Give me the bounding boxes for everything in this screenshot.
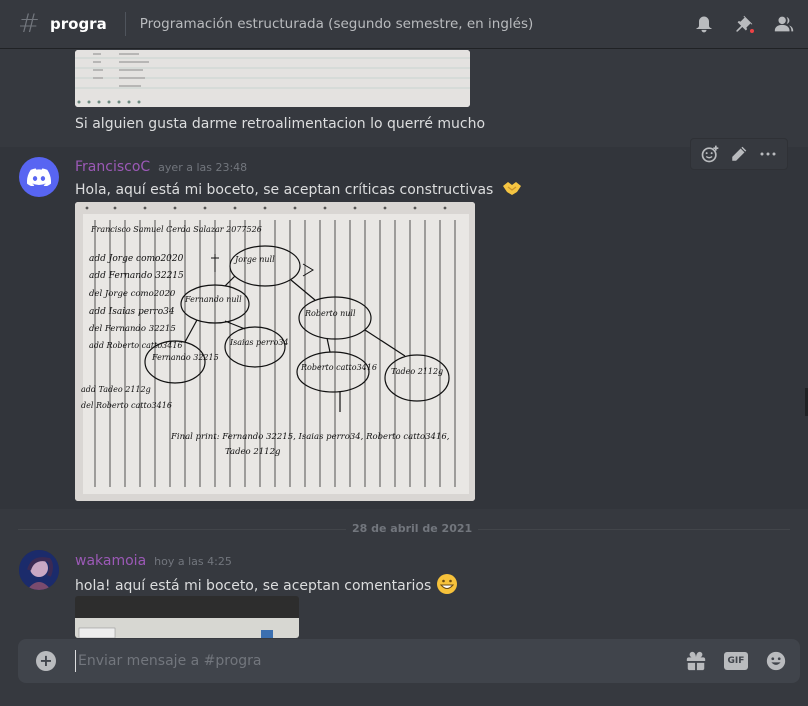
bell-icon[interactable]: [692, 12, 716, 36]
channel-hash-icon: #: [18, 9, 40, 39]
timestamp: hoy a las 4:25: [154, 555, 232, 568]
sketch-op: add Jorge como2020: [89, 254, 184, 264]
tree-node-label: Roberto null: [304, 309, 356, 318]
sketch-op: del Fernando 32215: [89, 324, 176, 334]
previous-image-attachment[interactable]: [75, 50, 470, 107]
sketch-op: add Fernando 32215: [89, 271, 184, 281]
sketch-op: del Jorge como2020: [89, 289, 176, 299]
sketch-op: del Roberto catto3416: [81, 401, 172, 410]
tree-node-label: Fernando 32215: [151, 353, 219, 362]
message-hover-toolbar: [690, 138, 788, 170]
members-icon[interactable]: [772, 12, 796, 36]
channel-name: progra: [50, 15, 107, 33]
pin-icon[interactable]: [732, 12, 756, 36]
tree-node-label: Isaias perro34: [229, 338, 289, 347]
timestamp: ayer a las 23:48: [158, 161, 248, 174]
sketch-final-text: Final print: Fernando 32215, Isaias perr…: [170, 432, 450, 442]
message-group[interactable]: FranciscoC ayer a las 23:48 Hola, aquí es…: [0, 147, 808, 509]
avatar[interactable]: [19, 550, 59, 590]
wakamoia-image-attachment[interactable]: [75, 596, 299, 638]
sketch-header-text: Francisco Samuel Cerda Salazar 2077526: [90, 225, 262, 234]
date-divider-label: 28 de abril de 2021: [346, 522, 479, 535]
emoji-picker-icon[interactable]: [764, 649, 788, 673]
tree-node-label: Tadeo 2112g: [391, 367, 443, 376]
sketch-op: add Tadeo 2112g: [81, 385, 151, 394]
tree-node-label: Jorge null: [233, 255, 275, 264]
username[interactable]: wakamoia hoy a las 4:25: [75, 553, 232, 569]
messages-area[interactable]: Si alguien gusta darme retroalimentacion…: [0, 50, 808, 638]
channel-topic[interactable]: Programación estructurada (segundo semes…: [140, 16, 534, 32]
more-options-icon[interactable]: [756, 142, 780, 166]
message-composer: + GIF: [18, 639, 800, 683]
username[interactable]: FranciscoC ayer a las 23:48: [75, 159, 247, 175]
sketch-image-attachment[interactable]: Francisco Samuel Cerda Salazar 2077526 a…: [75, 202, 475, 501]
sketch-op: add Roberto catto3416: [89, 341, 183, 350]
gift-icon[interactable]: [684, 649, 708, 673]
handshake-emoji-icon: [502, 180, 522, 200]
message-input[interactable]: [75, 650, 655, 672]
avatar[interactable]: [19, 157, 59, 197]
add-reaction-icon[interactable]: [698, 142, 722, 166]
pin-notification-dot: [748, 27, 756, 35]
edit-pencil-icon[interactable]: [727, 142, 751, 166]
header-divider: [124, 12, 126, 36]
gif-button[interactable]: GIF: [724, 652, 748, 670]
sketch-final-text: Tadeo 2112g: [225, 447, 281, 457]
message-text: Hola, aquí está mi boceto, se aceptan cr…: [75, 180, 522, 200]
tree-node-label: Roberto catto3416: [300, 363, 377, 372]
grin-emoji-icon: [436, 573, 458, 599]
sketch-op: add Isaias perro34: [89, 307, 175, 317]
upload-plus-icon[interactable]: +: [36, 651, 56, 671]
discord-logo-icon: [27, 168, 51, 186]
message-text: Si alguien gusta darme retroalimentacion…: [75, 116, 486, 132]
channel-header: # progra Programación estructurada (segu…: [0, 0, 808, 49]
tree-node-label: Fernando null: [184, 295, 242, 304]
